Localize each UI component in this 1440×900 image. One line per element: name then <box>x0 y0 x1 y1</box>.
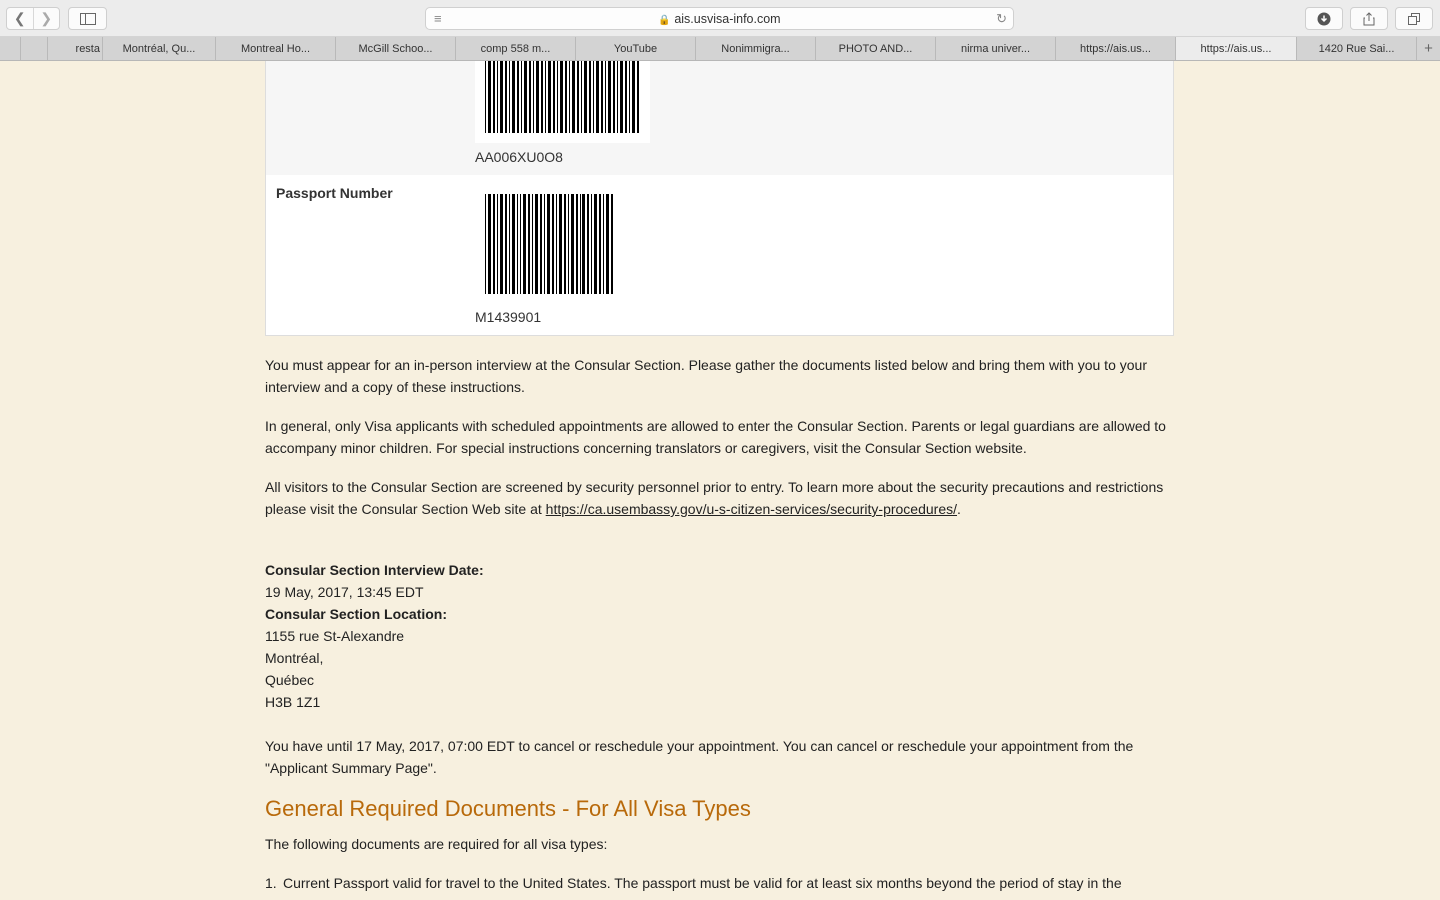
sidebar-toggle-button[interactable] <box>68 7 107 30</box>
plus-icon: + <box>1424 40 1433 57</box>
passport-number-label: Passport Number <box>276 185 393 201</box>
share-button[interactable] <box>1350 7 1388 30</box>
table-row: Passport Number M1439901 <box>266 175 1173 335</box>
browser-tab[interactable]: Montréal, Qu... <box>103 37 216 60</box>
entry-policy: In general, only Visa applicants with sc… <box>265 418 1166 456</box>
new-tab-button[interactable]: + <box>1417 37 1440 60</box>
browser-tab[interactable]: McGill Schoo... <box>336 37 456 60</box>
list-item: 1. Current Passport valid for travel to t… <box>265 875 1122 891</box>
browser-tab-active[interactable]: https://ais.us... <box>1176 37 1297 60</box>
table-row: AA006XU0O8 <box>266 61 1173 176</box>
url-text: 🔒 ais.usvisa-info.com <box>426 12 1013 26</box>
barcode-image <box>485 61 641 133</box>
barcode-code-text: AA006XU0O8 <box>475 149 563 165</box>
browser-tab[interactable]: nirma univer... <box>936 37 1056 60</box>
tab-overview-button[interactable] <box>1395 7 1433 30</box>
browser-tab[interactable]: https://ais.us... <box>1056 37 1176 60</box>
sidebar-icon <box>79 12 96 25</box>
browser-tab[interactable]: Nonimmigra... <box>696 37 816 60</box>
tabs-icon <box>1408 12 1420 25</box>
browser-toolbar: ❮ ❯ ≡ 🔒 ais.usvisa-info.com ↻ <box>0 0 1440 37</box>
address-bar[interactable]: ≡ 🔒 ais.usvisa-info.com ↻ <box>425 7 1014 30</box>
browser-tab[interactable]: 1420 Rue Sai... <box>1297 37 1417 60</box>
pinned-tab[interactable] <box>0 37 21 60</box>
download-icon <box>1317 12 1331 25</box>
address-line: Québec <box>265 672 315 688</box>
applicant-barcode-table: AA006XU0O8 Passport Number M1439901 <box>265 61 1174 336</box>
browser-tab[interactable]: Montreal Ho... <box>216 37 336 60</box>
back-icon[interactable]: ❮ <box>7 8 33 29</box>
security-procedures-link[interactable]: https://ca.usembassy.gov/u-s-citizen-ser… <box>546 501 957 517</box>
interview-details: Consular Section Interview Date: 19 May,… <box>265 559 1177 713</box>
browser-tab[interactable]: comp 558 m... <box>456 37 576 60</box>
navigation-buttons: ❮ ❯ <box>6 7 60 30</box>
pinned-tab[interactable] <box>21 37 48 60</box>
forward-icon[interactable]: ❯ <box>32 8 60 29</box>
interview-date-value: 19 May, 2017, 13:45 EDT <box>265 584 424 600</box>
cancel-deadline-note: You have until 17 May, 2017, 07:00 EDT t… <box>265 738 1134 776</box>
passport-barcode-image <box>485 194 615 294</box>
share-icon <box>1363 11 1375 25</box>
section-heading: General Required Documents - For All Vis… <box>265 796 751 821</box>
security-notice: All visitors to the Consular Section are… <box>265 479 1164 517</box>
interview-date-label: Consular Section Interview Date: <box>265 562 484 578</box>
address-line: 1155 rue St-Alexandre <box>265 628 405 644</box>
browser-tab[interactable]: YouTube <box>576 37 696 60</box>
address-line: Montréal, <box>265 650 324 666</box>
lock-icon: 🔒 <box>658 15 671 26</box>
documents-intro: The following documents are required for… <box>265 836 608 852</box>
url-value: ais.usvisa-info.com <box>674 12 781 26</box>
reload-icon[interactable]: ↻ <box>996 11 1007 27</box>
tab-bar: resta Montréal, Qu... Montreal Ho... McG… <box>0 37 1440 61</box>
passport-number-value: M1439901 <box>475 309 542 325</box>
browser-tab[interactable]: PHOTO AND... <box>816 37 936 60</box>
address-line: H3B 1Z1 <box>265 694 321 710</box>
browser-tab[interactable]: resta <box>48 37 103 60</box>
interview-instructions: You must appear for an in-person intervi… <box>265 357 1147 395</box>
downloads-button[interactable] <box>1305 7 1343 30</box>
location-label: Consular Section Location: <box>265 606 448 622</box>
